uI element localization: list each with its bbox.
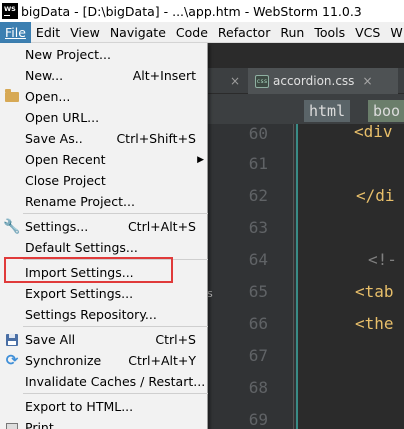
menu-window[interactable]: W <box>385 22 404 43</box>
menu-item-print[interactable]: Print... <box>0 417 208 429</box>
menu-view[interactable]: View <box>65 22 105 43</box>
menu-item-settings-repository[interactable]: Settings Repository... <box>0 304 208 325</box>
menu-item-open-url[interactable]: Open URL... <box>0 107 208 128</box>
menu-item-new[interactable]: New... Alt+Insert <box>0 65 208 86</box>
menu-bar: File Edit View Navigate Code Refactor Ru… <box>0 21 404 43</box>
folder-icon <box>4 88 20 105</box>
menu-item-settings[interactable]: 🔧 Settings... Ctrl+Alt+S <box>0 216 208 237</box>
title-bar: WS bigData - [D:\bigData] - ...\app.htm … <box>0 0 404 22</box>
breadcrumb: html boo <box>208 94 404 124</box>
breadcrumb-body[interactable]: boo <box>368 100 404 122</box>
menu-item-open-recent[interactable]: Open Recent ▶ <box>0 149 208 170</box>
menu-tools[interactable]: Tools <box>309 22 350 43</box>
line-number: 60 <box>248 124 268 143</box>
line-number: 64 <box>248 250 268 269</box>
menu-item-close-project[interactable]: Close Project <box>0 170 208 191</box>
wrench-icon: 🔧 <box>3 218 21 235</box>
menu-item-invalidate-caches[interactable]: Invalidate Caches / Restart... <box>0 371 208 392</box>
tab-close-icon[interactable]: × <box>362 74 372 88</box>
file-menu-dropdown: New Project... New... Alt+Insert Open...… <box>0 43 208 429</box>
menu-item-save-as[interactable]: Save As.. Ctrl+Shift+S <box>0 128 208 149</box>
editor-area[interactable]: × css accordion.css × html boo 60 61 62 … <box>208 43 404 429</box>
code-line: <the <box>355 314 394 333</box>
menu-separator <box>23 393 208 394</box>
highlight-box <box>4 257 173 283</box>
indent-guide <box>296 124 298 429</box>
line-number: 65 <box>248 282 268 301</box>
menu-file[interactable]: File <box>0 21 31 43</box>
line-number: 62 <box>248 186 268 205</box>
menu-item-rename-project[interactable]: Rename Project... <box>0 191 208 212</box>
tab-label: accordion.css <box>273 74 355 88</box>
menu-item-export-settings[interactable]: Export Settings... <box>0 283 208 304</box>
code-line: <tab <box>355 282 394 301</box>
line-number: 63 <box>248 218 268 237</box>
print-icon <box>4 420 20 429</box>
window-title: bigData - [D:\bigData] - ...\app.htm - W… <box>21 3 362 19</box>
menu-item-synchronize[interactable]: ⟳ Synchronize Ctrl+Alt+Y <box>0 350 208 371</box>
line-number: 66 <box>248 314 268 333</box>
code-line: <div <box>354 122 393 141</box>
editor-tab-strip: × css accordion.css × <box>208 68 404 94</box>
webstorm-logo-icon: WS <box>2 3 18 19</box>
breadcrumb-html[interactable]: html <box>304 100 351 122</box>
menu-vcs[interactable]: VCS <box>350 22 385 43</box>
menu-item-open[interactable]: Open... <box>0 86 208 107</box>
previous-tab-close-icon[interactable]: × <box>230 74 240 88</box>
code-line: <!- <box>368 250 397 269</box>
submenu-arrow-icon: ▶ <box>197 154 204 165</box>
tab-accordion-css[interactable]: css accordion.css × <box>248 68 398 94</box>
menu-run[interactable]: Run <box>275 22 309 43</box>
line-number: 67 <box>248 346 268 365</box>
line-number: 68 <box>248 378 268 397</box>
menu-refactor[interactable]: Refactor <box>213 22 275 43</box>
line-number: 69 <box>248 410 268 429</box>
menu-separator <box>23 213 208 214</box>
save-icon <box>4 332 20 348</box>
menu-item-default-settings[interactable]: Default Settings... <box>0 237 208 258</box>
menu-item-save-all[interactable]: Save All Ctrl+S <box>0 329 208 350</box>
menu-navigate[interactable]: Navigate <box>105 22 171 43</box>
line-number: 61 <box>248 154 268 173</box>
sync-icon: ⟳ <box>5 351 19 369</box>
menu-item-export-html[interactable]: Export to HTML... <box>0 396 208 417</box>
menu-item-new-project[interactable]: New Project... <box>0 44 208 65</box>
menu-code[interactable]: Code <box>171 22 213 43</box>
css-file-icon: css <box>255 74 269 88</box>
code-line: </di <box>356 186 395 205</box>
menu-edit[interactable]: Edit <box>31 22 65 43</box>
menu-separator <box>23 326 208 327</box>
